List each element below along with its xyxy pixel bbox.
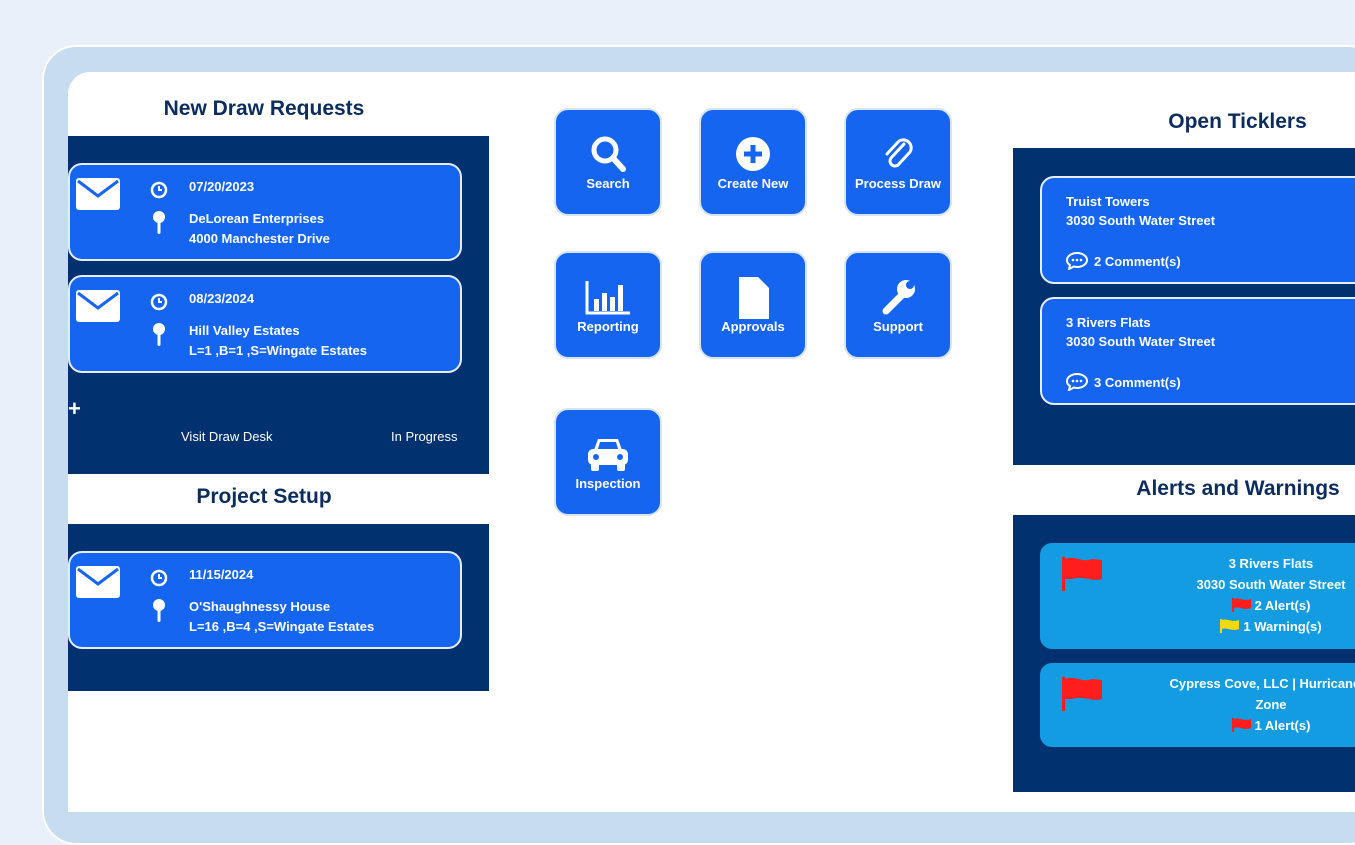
envelope-icon: [76, 178, 120, 210]
tickler-comments: 3 Comment(s): [1066, 373, 1181, 391]
search-tile-label: Search: [586, 176, 630, 191]
alert-count: 1 Alert(s): [1158, 715, 1355, 736]
support-tile[interactable]: Support: [844, 251, 952, 359]
support-tile-label: Support: [873, 319, 923, 334]
tickler-address: 3030 South Water Street: [1066, 334, 1216, 349]
draw-request-card-1[interactable]: 07/20/2023 DeLorean Enterprises 4000 Man…: [68, 163, 462, 261]
alert-address: 3030 South Water Street: [1196, 577, 1346, 592]
alert-card-2[interactable]: Cypress Cove, LLC | Hurricane V Zone 1 A…: [1040, 663, 1355, 747]
visit-draw-desk-link[interactable]: Visit Draw Desk: [181, 429, 273, 444]
yellow-flag-icon: [1220, 619, 1240, 633]
tickler-address: 3030 South Water Street: [1066, 213, 1216, 228]
create-new-tile[interactable]: Create New: [699, 108, 807, 216]
bar-chart-icon: [585, 281, 630, 315]
approvals-tile-label: Approvals: [721, 319, 785, 334]
envelope-icon: [76, 290, 120, 322]
inspection-tile[interactable]: Inspection: [554, 408, 662, 516]
alert-name: Cypress Cove, LLC | Hurricane V: [1169, 676, 1355, 691]
alert-count: 2 Alert(s): [1158, 595, 1355, 616]
tickler-comments-count: 3 Comment(s): [1094, 374, 1181, 390]
request-name: Hill Valley Estates: [189, 323, 300, 338]
location-pin-icon: [153, 211, 165, 234]
project-setup-title: Project Setup: [196, 485, 332, 508]
project-setup-card-1[interactable]: 11/15/2024 O'Shaughnessy House L=16 ,B=4…: [68, 551, 462, 649]
project-name: O'Shaughnessy House: [189, 599, 331, 614]
request-address: L=1 ,B=1 ,S=Wingate Estates: [189, 343, 367, 358]
clock-icon: [150, 569, 168, 587]
create-new-tile-label: Create New: [717, 176, 789, 191]
request-date: 08/23/2024: [189, 291, 255, 306]
tickler-card-1[interactable]: Truist Towers 3030 South Water Street 2 …: [1040, 176, 1355, 284]
car-icon: [588, 439, 628, 471]
reporting-tile[interactable]: Reporting: [554, 251, 662, 359]
process-draw-tile[interactable]: Process Draw: [844, 108, 952, 216]
alert-details: Cypress Cove, LLC | Hurricane V Zone 1 A…: [1158, 673, 1355, 736]
clock-icon: [150, 181, 168, 199]
in-progress-link[interactable]: In Progress: [391, 429, 457, 444]
search-icon: [591, 136, 626, 172]
alert-count-text: 1 Alert(s): [1254, 718, 1311, 733]
red-flag-icon: [1231, 718, 1251, 732]
tickler-card-2[interactable]: 3 Rivers Flats 3030 South Water Street 3…: [1040, 297, 1355, 405]
comment-bubble-icon: [1066, 373, 1088, 391]
location-pin-icon: [153, 323, 165, 346]
ticklers-title: Open Ticklers: [1168, 110, 1307, 133]
wrench-icon: [882, 280, 915, 315]
project-address: L=16 ,B=4 ,S=Wingate Estates: [189, 619, 375, 634]
search-tile[interactable]: Search: [554, 108, 662, 216]
comment-bubble-icon: [1066, 252, 1088, 270]
alert-card-1[interactable]: 3 Rivers Flats 3030 South Water Street 2…: [1040, 543, 1355, 649]
location-pin-icon: [153, 599, 165, 622]
warning-count: 1 Warning(s): [1158, 616, 1355, 637]
warning-count-text: 1 Warning(s): [1243, 619, 1322, 634]
approvals-tile[interactable]: Approvals: [699, 251, 807, 359]
paperclip-icon: [885, 138, 913, 168]
draw-request-card-2[interactable]: 08/23/2024 Hill Valley Estates L=1 ,B=1 …: [68, 275, 462, 373]
reporting-tile-label: Reporting: [577, 319, 639, 334]
tickler-name: Truist Towers: [1066, 194, 1150, 209]
alert-count-text: 2 Alert(s): [1254, 598, 1311, 613]
alert-address: Zone: [1255, 697, 1287, 712]
document-icon: [739, 277, 769, 319]
request-date: 07/20/2023: [189, 179, 255, 194]
clock-icon: [150, 293, 168, 311]
inspection-tile-label: Inspection: [575, 476, 641, 491]
request-address: 4000 Manchester Drive: [189, 231, 330, 246]
alerts-title: Alerts and Warnings: [1136, 477, 1340, 500]
red-flag-icon: [1062, 677, 1102, 711]
red-flag-icon: [1231, 598, 1251, 612]
process-draw-tile-label: Process Draw: [855, 176, 941, 191]
tickler-name: 3 Rivers Flats: [1066, 315, 1151, 330]
draw-requests-title: New Draw Requests: [163, 97, 365, 120]
add-draw-request-button[interactable]: +: [68, 396, 81, 422]
alert-name: 3 Rivers Flats: [1228, 556, 1314, 571]
red-flag-icon: [1062, 557, 1102, 591]
plus-circle-icon: [736, 137, 770, 171]
project-date: 11/15/2024: [189, 567, 254, 582]
alert-details: 3 Rivers Flats 3030 South Water Street 2…: [1158, 553, 1355, 637]
tickler-comments-count: 2 Comment(s): [1094, 253, 1181, 269]
request-name: DeLorean Enterprises: [189, 211, 325, 226]
envelope-icon: [76, 566, 120, 598]
tickler-comments: 2 Comment(s): [1066, 252, 1181, 270]
